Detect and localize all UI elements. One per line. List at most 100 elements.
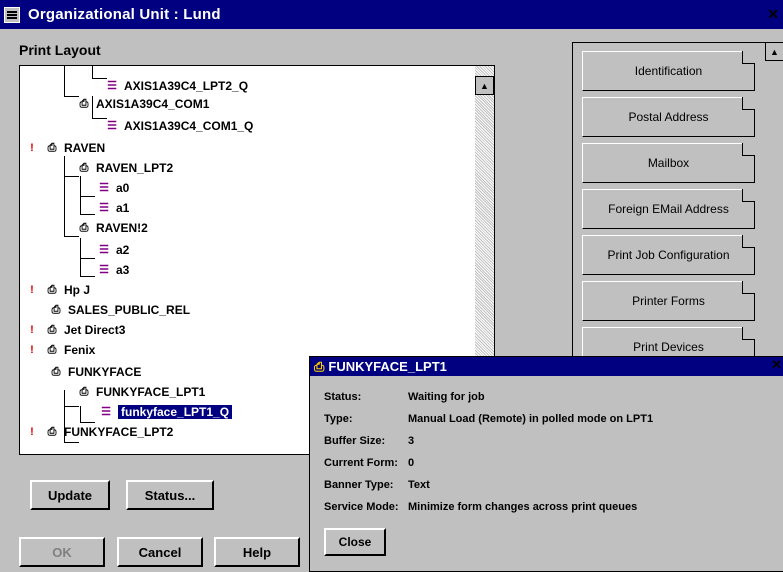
field-value: Manual Load (Remote) in polled mode on L… — [408, 413, 654, 425]
page-button-label: Identification — [634, 64, 703, 78]
page-identification-button[interactable]: Identification — [582, 51, 755, 91]
tree-node[interactable]: ☰ AXIS1A39C4_LPT2_Q — [104, 76, 248, 96]
tree-node[interactable]: ! ⎙ Hp J — [24, 280, 90, 300]
field-label: Buffer Size: — [324, 435, 386, 447]
field-value: 0 — [408, 457, 415, 469]
tree-node-selected[interactable]: ☰ funkyface_LPT1_Q — [98, 402, 233, 422]
dialog-title-bar: ⎙ FUNKYFACE_LPT1 ✕ — [310, 357, 783, 376]
tree-node[interactable]: ! ⎙ FUNKYFACE_LPT2 — [24, 422, 173, 442]
tree-node-label: a0 — [116, 181, 130, 195]
tree-node[interactable]: ⎙ FUNKYFACE — [48, 362, 142, 382]
buffer-size-row: Buffer Size: 3 — [324, 435, 414, 447]
page-corner-icon — [742, 51, 755, 64]
field-label: Status: — [324, 391, 362, 403]
page-corner-icon — [742, 327, 755, 340]
update-button[interactable]: Update — [30, 480, 110, 510]
tree-node-label: FUNKYFACE_LPT2 — [64, 425, 174, 439]
printer-alert-icon: ! — [30, 426, 34, 438]
field-label: Current Form: — [324, 457, 398, 469]
title-bar: Organizational Unit : Lund ✕ — [0, 0, 783, 29]
queue-icon: ☰ — [107, 80, 117, 92]
field-label: Banner Type: — [324, 479, 394, 491]
page-corner-icon — [742, 281, 755, 294]
page-button-label: Postal Address — [628, 110, 709, 124]
tree-node-label: RAVEN_LPT2 — [96, 161, 174, 175]
dialog-title: FUNKYFACE_LPT1 — [328, 359, 447, 374]
tree-connector — [80, 406, 95, 423]
printer-icon: ⎙ — [51, 366, 61, 378]
page-button-label: Mailbox — [647, 156, 690, 170]
tree-node[interactable]: ☰ a0 — [96, 178, 129, 198]
tree-connector — [64, 66, 79, 97]
page-button-label: Foreign EMail Address — [608, 202, 729, 216]
help-button[interactable]: Help — [214, 537, 300, 567]
tree-node-label: Fenix — [64, 343, 96, 357]
tree-node[interactable]: ⎙ SALES_PUBLIC_REL — [48, 300, 190, 320]
printer-icon: ⎙ — [47, 426, 57, 438]
page-button-label: Print Job Configuration — [607, 248, 730, 262]
ok-button[interactable]: OK — [19, 537, 105, 567]
tree-node-label: RAVEN — [64, 141, 106, 155]
page-foreign-email-button[interactable]: Foreign EMail Address — [582, 189, 755, 229]
tree-node[interactable]: ☰ AXIS1A39C4_COM1_Q — [104, 116, 253, 136]
tree-node-label: FUNKYFACE_LPT1 — [96, 385, 206, 399]
printer-icon: ⎙ — [47, 284, 57, 296]
tree-node-label: a3 — [116, 263, 130, 277]
print-layout-label: Print Layout — [19, 42, 101, 58]
page-postal-address-button[interactable]: Postal Address — [582, 97, 755, 137]
window-title: Organizational Unit : Lund — [28, 6, 221, 23]
tree-node[interactable]: ☰ a3 — [96, 260, 129, 280]
printer-icon: ⎙ — [51, 304, 61, 316]
main-window: Organizational Unit : Lund ✕ Print Layou… — [0, 0, 783, 572]
tree-node[interactable]: ⎙ AXIS1A39C4_COM1 — [76, 94, 210, 114]
page-button-label: Printer Forms — [632, 294, 705, 308]
tree-node-label: a2 — [116, 243, 130, 257]
field-value: Minimize form changes across print queue… — [408, 501, 638, 513]
page-mailbox-button[interactable]: Mailbox — [582, 143, 755, 183]
close-icon[interactable]: ✕ — [771, 357, 782, 373]
page-corner-icon — [742, 235, 755, 248]
printer-icon: ⎙ — [47, 142, 57, 154]
window-menu-icon[interactable] — [4, 6, 20, 23]
tree-node[interactable]: ☰ a1 — [96, 198, 129, 218]
close-button[interactable]: Close — [324, 528, 386, 556]
queue-icon: ☰ — [99, 182, 109, 194]
page-button-label: Print Devices — [633, 340, 704, 354]
tree-node-label: AXIS1A39C4_LPT2_Q — [124, 79, 249, 93]
printer-icon: ⎙ — [79, 98, 89, 110]
printer-alert-icon: ! — [30, 324, 34, 336]
page-corner-icon — [742, 189, 755, 202]
field-value: Waiting for job — [408, 391, 485, 403]
queue-icon: ☰ — [101, 406, 111, 418]
tree-node-label: SALES_PUBLIC_REL — [68, 303, 191, 317]
tree-node[interactable]: ☰ a2 — [96, 240, 129, 260]
tree-connector — [80, 194, 95, 215]
printer-status-dialog: ⎙ FUNKYFACE_LPT1 ✕ Status: Waiting for j… — [309, 356, 783, 572]
tree-node[interactable]: ⎙ RAVEN!2 — [76, 218, 148, 238]
tree-node-label: Hp J — [64, 283, 91, 297]
tree-node[interactable]: ! ⎙ RAVEN — [24, 138, 105, 158]
scroll-up-icon[interactable]: ▲ — [765, 42, 783, 61]
scroll-up-icon[interactable]: ▲ — [475, 76, 494, 95]
page-print-job-configuration-button[interactable]: Print Job Configuration — [582, 235, 755, 275]
tree-node[interactable]: ! ⎙ Fenix — [24, 340, 95, 360]
queue-icon: ☰ — [99, 264, 109, 276]
cancel-button[interactable]: Cancel — [117, 537, 203, 567]
status-button[interactable]: Status... — [126, 480, 214, 510]
printer-alert-icon: ! — [30, 284, 34, 296]
page-printer-forms-button[interactable]: Printer Forms — [582, 281, 755, 321]
tree-node[interactable]: ⎙ RAVEN_LPT2 — [76, 158, 174, 178]
queue-icon: ☰ — [99, 244, 109, 256]
close-icon[interactable]: ✕ — [767, 6, 779, 23]
type-row: Type: Manual Load (Remote) in polled mod… — [324, 413, 653, 425]
tree-node-label: AXIS1A39C4_COM1_Q — [124, 119, 254, 133]
tree-node[interactable]: ! ⎙ Jet Direct3 — [24, 320, 125, 340]
tree-node[interactable]: ⎙ FUNKYFACE_LPT1 — [76, 382, 206, 402]
tree-node-label: AXIS1A39C4_COM1 — [96, 97, 210, 111]
tree-node-label: FUNKYFACE — [68, 365, 142, 379]
banner-type-row: Banner Type: Text — [324, 479, 430, 491]
field-value: 3 — [408, 435, 415, 447]
tree-node-label: a1 — [116, 201, 130, 215]
tree-node-label: funkyface_LPT1_Q — [118, 405, 233, 419]
printer-icon: ⎙ — [79, 222, 89, 234]
